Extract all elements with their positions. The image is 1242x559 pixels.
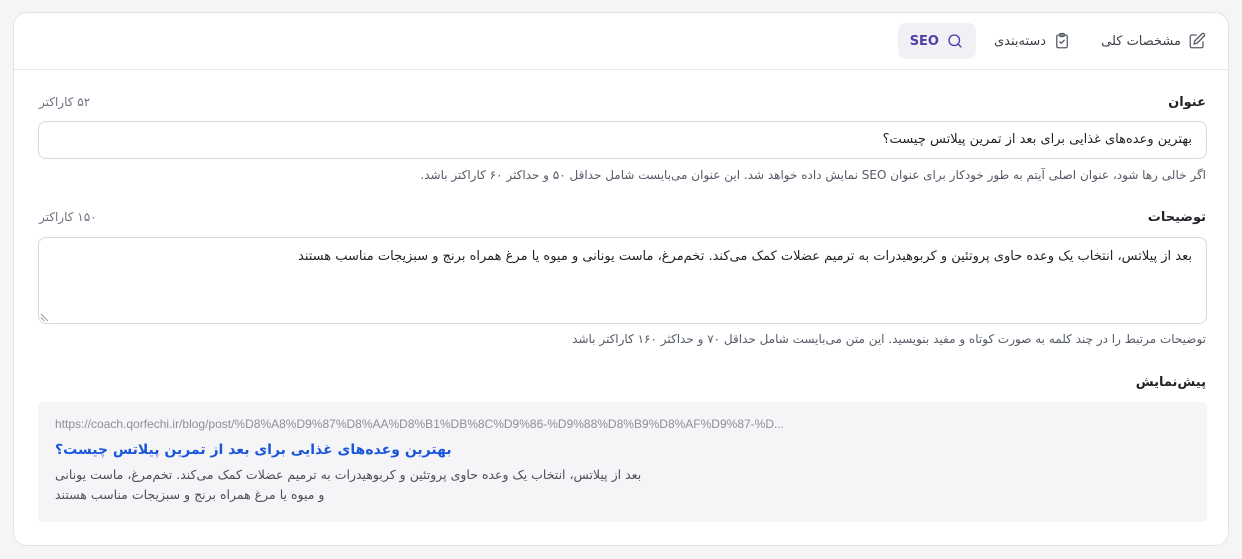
tab-category-label: دسته‌بندی: [993, 33, 1047, 49]
preview-url: https://coach.qorfechi.ir/blog/post/%D8%…: [55, 417, 784, 431]
title-label: عنوان: [1168, 95, 1206, 110]
tab-bar: مشخصات کلی دسته‌بندی SEO: [14, 13, 1228, 70]
resize-handle-icon[interactable]: [40, 313, 49, 322]
tab-general-label: مشخصات کلی: [1101, 33, 1181, 49]
preview-description-line: بعد از پیلاتس، انتخاب یک وعده حاوی پروتئ…: [55, 467, 642, 482]
preview-description: بعد از پیلاتس، انتخاب یک وعده حاوی پروتئ…: [55, 465, 695, 505]
preview-label: پیش‌نمایش: [1135, 375, 1206, 390]
tab-seo-label: SEO: [909, 33, 939, 49]
title-hint: اگر خالی رها شود، عنوان اصلی آیتم به طور…: [420, 168, 1206, 182]
tab-category[interactable]: دسته‌بندی: [982, 23, 1083, 59]
description-hint: توضیحات مرتبط را در چند کلمه به صورت کوت…: [572, 332, 1206, 346]
preview-title-link[interactable]: بهترین وعده‌های غذایی برای بعد از تمرین …: [55, 442, 452, 458]
title-char-counter: ۵۲ کاراکتر: [39, 95, 91, 109]
seo-description-value: بعد از پیلاتس، انتخاب یک وعده حاوی پروتئ…: [298, 249, 1192, 264]
search-preview: https://coach.qorfechi.ir/blog/post/%D8%…: [38, 402, 1207, 522]
seo-card: مشخصات کلی دسته‌بندی SEO عنوان ۵۲ کاراکت…: [13, 12, 1229, 546]
tab-seo[interactable]: SEO: [897, 23, 976, 59]
seo-title-input[interactable]: بهترین وعده‌های غذایی برای بعد از تمرین …: [38, 121, 1207, 159]
clipboard-check-icon: [1056, 32, 1068, 49]
seo-title-value: بهترین وعده‌های غذایی برای بعد از تمرین …: [882, 132, 1192, 147]
description-label: توضیحات: [1147, 210, 1206, 225]
description-char-counter: ۱۵۰ کاراکتر: [39, 210, 97, 224]
tab-general[interactable]: مشخصات کلی: [1089, 23, 1218, 59]
preview-description-line: و میوه یا مرغ همراه برنج و سبزیجات مناسب…: [55, 487, 325, 502]
edit-icon: [1189, 32, 1206, 49]
seo-description-textarea[interactable]: بعد از پیلاتس، انتخاب یک وعده حاوی پروتئ…: [38, 237, 1207, 324]
search-icon: [948, 34, 962, 48]
